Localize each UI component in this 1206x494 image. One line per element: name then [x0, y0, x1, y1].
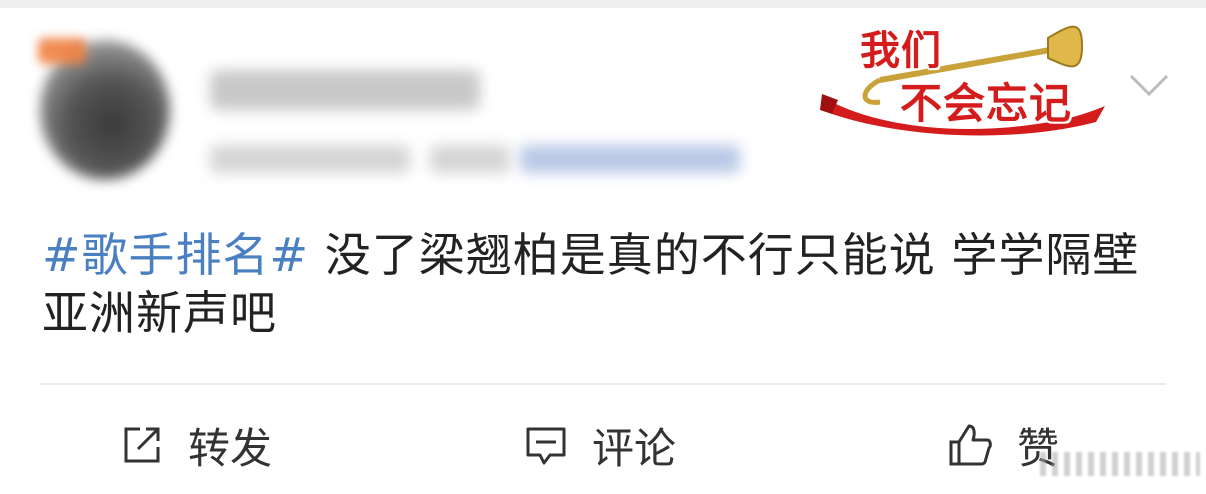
comment-label: 评论 — [592, 423, 677, 473]
watermark — [1040, 452, 1200, 476]
blurred-source-label — [430, 145, 510, 173]
thumbs-up-icon — [949, 424, 992, 466]
top-strip — [0, 0, 1206, 8]
comment-button[interactable]: 评论 — [522, 420, 676, 473]
comment-icon — [526, 427, 566, 465]
divider — [40, 383, 1166, 385]
blurred-timestamp — [210, 145, 410, 173]
blurred-username[interactable] — [210, 70, 480, 110]
share-icon — [124, 427, 160, 463]
repost-button[interactable]: 转发 — [118, 420, 272, 473]
repost-label: 转发 — [188, 423, 273, 473]
badge-line-1: 我们 — [860, 27, 942, 74]
badge-line-2: 不会忘记 — [900, 79, 1073, 128]
commemoration-badge: 我们 不会忘记 — [820, 10, 1120, 140]
post-content: #歌手排名# 没了梁翘柏是真的不行只能说 学学隔壁亚洲新声吧 — [42, 226, 1162, 342]
more-options-chevron-icon[interactable] — [1128, 70, 1170, 100]
avatar-badge — [38, 38, 86, 64]
blurred-source-link[interactable] — [520, 145, 740, 173]
hashtag-link[interactable]: #歌手排名# — [42, 228, 309, 282]
